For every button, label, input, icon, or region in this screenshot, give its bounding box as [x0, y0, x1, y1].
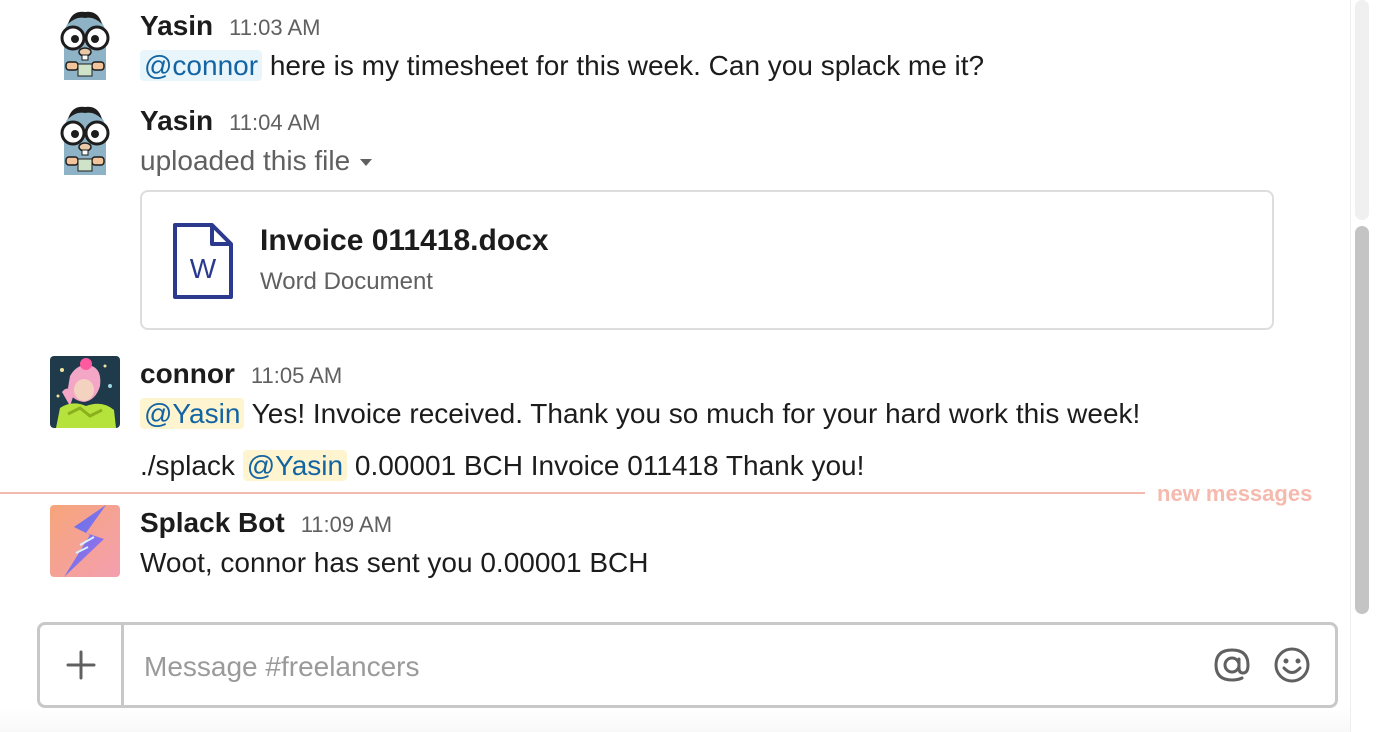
scrollbar-thumb[interactable]: [1355, 226, 1369, 614]
avatar[interactable]: [50, 505, 120, 577]
file-attachment-card[interactable]: W Invoice 011418.docx Word Document: [140, 190, 1274, 330]
message-text: @connor here is my timesheet for this we…: [140, 46, 984, 86]
mention-button[interactable]: [1212, 645, 1252, 685]
user-mention[interactable]: @Yasin: [140, 398, 245, 429]
message-list: Yasin 11:03 AM @connor here is my timesh…: [0, 0, 1350, 610]
message-header: connor 11:05 AM: [140, 358, 1140, 394]
timestamp[interactable]: 11:09 AM: [301, 512, 392, 538]
message-body: 0.00001 BCH Invoice 011418 Thank you!: [347, 450, 865, 481]
message-content: Splack Bot 11:09 AM Woot, connor has sen…: [140, 507, 648, 583]
emoji-button[interactable]: [1272, 645, 1312, 685]
scrollbar[interactable]: [1350, 0, 1378, 732]
avatar[interactable]: [50, 356, 120, 428]
author-name[interactable]: Splack Bot: [140, 507, 285, 539]
author-name[interactable]: Yasin: [140, 10, 213, 42]
timestamp[interactable]: 11:04 AM: [229, 110, 320, 136]
message-composer: [37, 622, 1338, 708]
message-content: Yasin 11:03 AM @connor here is my timesh…: [140, 10, 984, 86]
gopher-icon: [50, 8, 120, 80]
message-header: Yasin 11:04 AM: [140, 105, 372, 141]
user-photo-icon: [50, 356, 120, 428]
message-header: Yasin 11:03 AM: [140, 10, 984, 46]
author-name[interactable]: Yasin: [140, 105, 213, 137]
word-document-icon: W: [172, 222, 234, 300]
user-mention[interactable]: @Yasin: [242, 450, 348, 481]
message-text: ./splack @Yasin 0.00001 BCH Invoice 0114…: [140, 446, 1140, 486]
timestamp[interactable]: 11:05 AM: [251, 363, 342, 389]
scrollbar-track[interactable]: [1355, 0, 1369, 220]
avatar[interactable]: [50, 103, 120, 175]
upload-text: uploaded this file: [140, 145, 351, 176]
add-attachment-button[interactable]: [40, 625, 124, 705]
timestamp[interactable]: 11:03 AM: [229, 15, 320, 41]
user-mention[interactable]: @connor: [140, 50, 263, 81]
new-messages-divider: [0, 492, 1145, 494]
caret-down-icon[interactable]: [360, 159, 373, 167]
plus-icon: [66, 650, 95, 680]
message-content: Yasin 11:04 AM uploaded this file: [140, 105, 373, 181]
message-body: here is my timesheet for this week. Can …: [262, 50, 985, 81]
message-input[interactable]: [144, 647, 1194, 687]
message-header: Splack Bot 11:09 AM: [140, 507, 648, 543]
message-body: Yes! Invoice received. Thank you so much…: [244, 398, 1141, 429]
file-name[interactable]: Invoice 011418.docx: [260, 224, 549, 258]
file-icon-letter: W: [190, 253, 217, 284]
file-type: Word Document: [260, 268, 433, 295]
message-text: Woot, connor has sent you 0.00001 BCH: [140, 547, 649, 578]
new-messages-label: new messages: [1157, 481, 1313, 506]
upload-notice[interactable]: uploaded this file: [140, 141, 373, 181]
command-prefix: ./splack: [140, 450, 243, 481]
author-name[interactable]: connor: [140, 358, 235, 390]
message-content: connor 11:05 AM @Yasin Yes! Invoice rece…: [140, 358, 1140, 486]
gopher-icon: [50, 103, 120, 175]
splack-logo-icon: [50, 505, 120, 577]
footer-shade: [0, 708, 1350, 732]
at-sign-icon: [1214, 648, 1250, 682]
avatar[interactable]: [50, 8, 120, 80]
message-text: @Yasin Yes! Invoice received. Thank you …: [140, 394, 1140, 434]
smiley-icon: [1274, 647, 1310, 683]
